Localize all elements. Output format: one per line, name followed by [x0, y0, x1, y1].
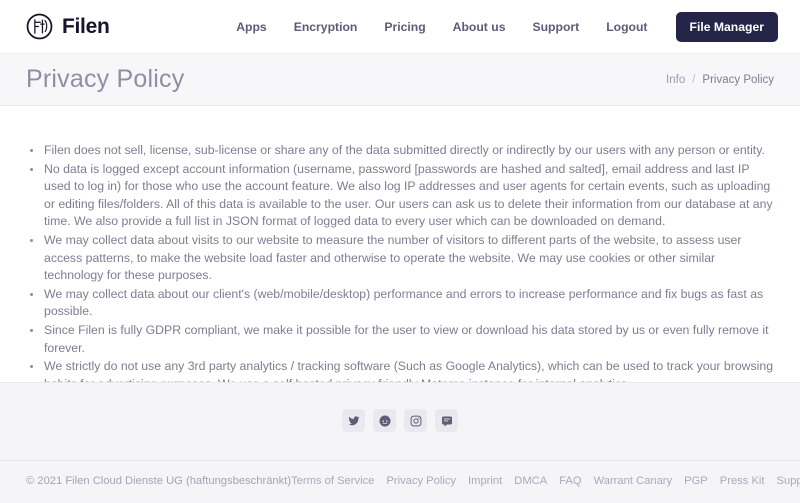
filen-circle-logo-icon: [26, 13, 53, 40]
page-title: Privacy Policy: [26, 65, 185, 93]
social-link-twitter[interactable]: [342, 409, 365, 432]
policy-bullet: No data is logged except account informa…: [26, 161, 774, 231]
instagram-icon: [410, 415, 422, 427]
nav-item-about-us[interactable]: About us: [453, 20, 506, 34]
policy-bullet: We may collect data about visits to our …: [26, 232, 774, 285]
social-link-discord[interactable]: [435, 409, 458, 432]
breadcrumb: Info / Privacy Policy: [666, 74, 774, 86]
footer-link-terms-of-service[interactable]: Terms of Service: [291, 475, 374, 487]
footer-link-faq[interactable]: FAQ: [559, 475, 581, 487]
twitter-icon: [348, 415, 360, 427]
footer-bottom-bar: © 2021 Filen Cloud Dienste UG (haftungsb…: [0, 460, 800, 503]
brand-name: Filen: [62, 14, 110, 38]
privacy-policy-page: Filen Apps Encryption Pricing About us S…: [0, 0, 800, 503]
footer-link-pgp[interactable]: PGP: [684, 475, 708, 487]
discord-chat-icon: [441, 415, 453, 427]
social-link-instagram[interactable]: [404, 409, 427, 432]
breadcrumb-item-info[interactable]: Info: [666, 74, 685, 86]
page-banner: Privacy Policy Info / Privacy Policy: [0, 53, 800, 106]
policy-bullet: Filen does not sell, license, sub-licens…: [26, 142, 774, 160]
file-manager-button[interactable]: File Manager: [675, 11, 778, 42]
nav-item-apps[interactable]: Apps: [236, 20, 266, 34]
footer-link-warrant-canary[interactable]: Warrant Canary: [594, 475, 673, 487]
site-footer: © 2021 Filen Cloud Dienste UG (haftungsb…: [0, 382, 800, 503]
footer-link-privacy-policy[interactable]: Privacy Policy: [386, 475, 456, 487]
breadcrumb-item-current: Privacy Policy: [702, 73, 774, 86]
reddit-icon: [379, 415, 391, 427]
nav-item-support[interactable]: Support: [532, 20, 579, 34]
nav-item-encryption[interactable]: Encryption: [294, 20, 358, 34]
breadcrumb-separator: /: [692, 73, 696, 86]
footer-link-press-kit[interactable]: Press Kit: [720, 475, 765, 487]
footer-link-imprint[interactable]: Imprint: [468, 475, 502, 487]
policy-bullet: We strictly do not use any 3rd party ana…: [26, 358, 774, 382]
site-header: Filen Apps Encryption Pricing About us S…: [0, 0, 800, 53]
footer-navigation: Terms of Service Privacy Policy Imprint …: [291, 475, 800, 487]
footer-link-support[interactable]: Support: [777, 475, 800, 487]
policy-bullet: We may collect data about our client's (…: [26, 286, 774, 321]
footer-link-dmca[interactable]: DMCA: [514, 475, 547, 487]
policy-bullet-list: Filen does not sell, license, sub-licens…: [26, 142, 774, 382]
policy-bullet: Since Filen is fully GDPR compliant, we …: [26, 322, 774, 357]
social-links: [0, 383, 800, 460]
copyright-text: © 2021 Filen Cloud Dienste UG (haftungsb…: [26, 475, 292, 487]
brand-home-link[interactable]: Filen: [26, 13, 110, 40]
nav-item-pricing[interactable]: Pricing: [384, 20, 425, 34]
policy-content: Filen does not sell, license, sub-licens…: [0, 106, 800, 382]
nav-item-logout[interactable]: Logout: [606, 20, 647, 34]
primary-navigation: Apps Encryption Pricing About us Support…: [236, 11, 778, 42]
social-link-reddit[interactable]: [373, 409, 396, 432]
